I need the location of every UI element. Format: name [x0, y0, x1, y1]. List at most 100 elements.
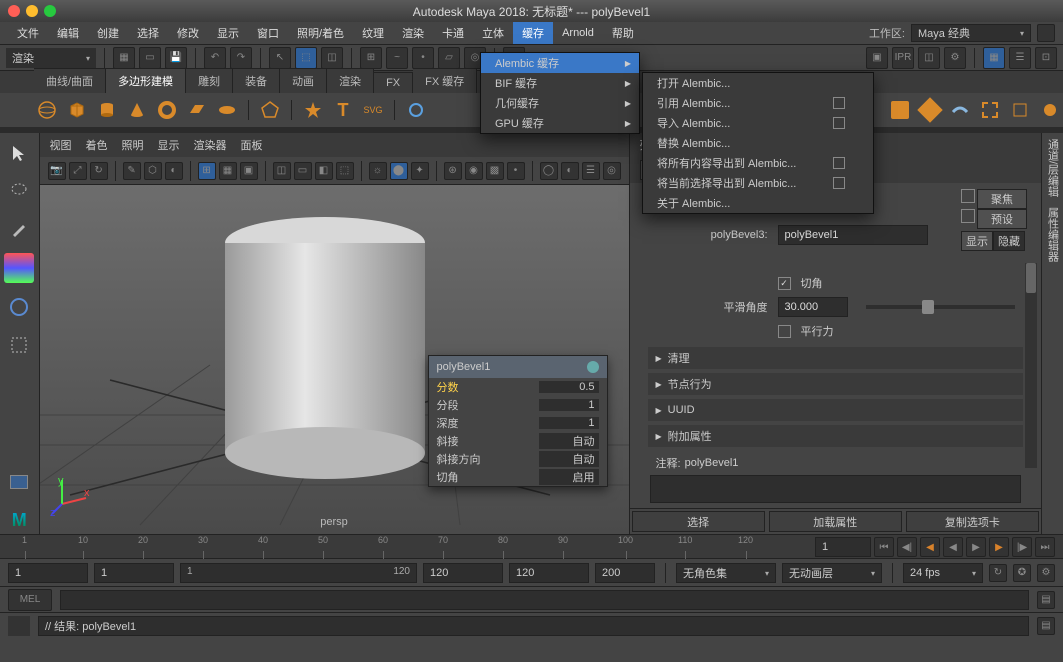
section-nodebehavior[interactable]: ▶节点行为: [648, 373, 1023, 395]
vp-ico-5[interactable]: ⬡: [144, 162, 162, 180]
render-region-icon[interactable]: ◫: [918, 47, 940, 69]
vp-ico-10[interactable]: ▭: [294, 162, 312, 180]
select-mode-icon[interactable]: ↖: [269, 47, 291, 69]
snap-plane-icon[interactable]: ▱: [438, 47, 460, 69]
redo-icon[interactable]: ↷: [230, 47, 252, 69]
menu-stereo[interactable]: 立体: [473, 22, 513, 44]
hide-button[interactable]: 隐藏: [993, 231, 1025, 251]
cache-gpu[interactable]: GPU 缓存▶: [481, 113, 639, 133]
menu-window[interactable]: 窗口: [248, 22, 288, 44]
rotate-tool-icon[interactable]: [5, 293, 33, 321]
move-tool-icon[interactable]: [4, 253, 34, 283]
range-start[interactable]: 1: [8, 563, 88, 583]
menu-texture[interactable]: 纹理: [353, 22, 393, 44]
channel-box-popup[interactable]: polyBevel1 分数0.5 分段1 深度1 斜接自动 斜接方向自动 切角启…: [428, 355, 608, 487]
charset-dropdown[interactable]: 无角色集: [676, 563, 776, 583]
menu-help[interactable]: 帮助: [603, 22, 643, 44]
layout-single-icon[interactable]: [5, 468, 33, 496]
menu-render[interactable]: 渲染: [393, 22, 433, 44]
vp-ico-1[interactable]: 📷: [48, 162, 66, 180]
focus-button[interactable]: 聚焦: [977, 189, 1027, 209]
autokey-icon[interactable]: ✪: [1013, 564, 1031, 582]
focus-thumb-icon[interactable]: [961, 189, 975, 203]
vp-ico-23[interactable]: ◎: [603, 162, 621, 180]
vp-menu-lighting[interactable]: 照明: [122, 137, 144, 153]
menu-select[interactable]: 选择: [128, 22, 168, 44]
vp-ico-22[interactable]: ☰: [582, 162, 600, 180]
vp-ico-9[interactable]: ◫: [273, 162, 291, 180]
cmd-lang[interactable]: MEL: [8, 589, 52, 611]
attr-node-name-input[interactable]: [778, 225, 928, 245]
select-button[interactable]: 选择: [632, 511, 765, 532]
alembic-replace[interactable]: 替换 Alembic...: [643, 133, 873, 153]
cache-bif[interactable]: BIF 缓存▶: [481, 73, 639, 93]
range-end[interactable]: 120: [509, 563, 589, 583]
undo-icon[interactable]: ↶: [204, 47, 226, 69]
menu-create[interactable]: 创建: [88, 22, 128, 44]
script-editor-icon[interactable]: ▤: [1037, 617, 1055, 635]
rewind-icon[interactable]: ⏮: [874, 537, 894, 557]
attr-scrollbar[interactable]: [1025, 263, 1037, 468]
vp-ico-7[interactable]: ▦: [219, 162, 237, 180]
load-attr-button[interactable]: 加载属性: [769, 511, 902, 532]
vp-ico-14[interactable]: ⬤: [390, 162, 408, 180]
vp-menu-show[interactable]: 显示: [158, 137, 180, 153]
snap-grid-icon[interactable]: ⊞: [360, 47, 382, 69]
range-in[interactable]: 1: [94, 563, 174, 583]
poly-star-icon[interactable]: [300, 97, 326, 123]
panel-layout2-icon[interactable]: ☰: [1009, 47, 1031, 69]
poly-torus-icon[interactable]: [154, 97, 180, 123]
snap-curve-icon[interactable]: ~: [386, 47, 408, 69]
preset-button[interactable]: 预设: [977, 209, 1027, 229]
lasso-tool-icon[interactable]: [5, 177, 33, 205]
snap-point-icon[interactable]: •: [412, 47, 434, 69]
shelf-ico-a[interactable]: [887, 97, 913, 123]
cb-val-depth[interactable]: 1: [539, 417, 599, 429]
vp-ico-17[interactable]: ◉: [465, 162, 483, 180]
select-object-icon[interactable]: ⬚: [295, 47, 317, 69]
menuset-dropdown[interactable]: 渲染: [6, 48, 96, 68]
right-tab-attr[interactable]: 属性编辑器: [1045, 207, 1061, 262]
shelf-ico-f[interactable]: [1037, 97, 1063, 123]
poly-cube-icon[interactable]: [64, 97, 90, 123]
cache-geo[interactable]: 几何缓存▶: [481, 93, 639, 113]
shelf-tab-rigging[interactable]: 装备: [233, 68, 280, 93]
play-fwd-icon[interactable]: ▶: [966, 537, 986, 557]
cb-val-miter[interactable]: 自动: [539, 433, 599, 449]
forward-icon[interactable]: ⏭: [1035, 537, 1055, 557]
parallel-checkbox[interactable]: [778, 325, 791, 338]
preset-thumb-icon[interactable]: [961, 209, 975, 223]
workspace-dropdown[interactable]: Maya 经典: [911, 24, 1031, 42]
ipr-render-icon[interactable]: IPR: [892, 47, 914, 69]
vp-ico-21[interactable]: ◐: [561, 162, 579, 180]
shelf-tab-anim[interactable]: 动画: [280, 68, 327, 93]
section-extra[interactable]: ▶附加属性: [648, 425, 1023, 447]
poly-tool-icon[interactable]: [403, 97, 429, 123]
menu-display[interactable]: 显示: [208, 22, 248, 44]
shelf-ico-d[interactable]: [977, 97, 1003, 123]
alembic-exportall[interactable]: 将所有内容导出到 Alembic...: [643, 153, 873, 173]
menu-modify[interactable]: 修改: [168, 22, 208, 44]
copy-tab-button[interactable]: 复制选项卡: [906, 511, 1039, 532]
cache-alembic[interactable]: Alembic 缓存▶: [481, 53, 639, 73]
render-frame-icon[interactable]: ▣: [866, 47, 888, 69]
cb-val-seg[interactable]: 1: [539, 399, 599, 411]
chamfer-checkbox[interactable]: [778, 277, 791, 290]
vp-menu-view[interactable]: 视图: [50, 137, 72, 153]
poly-disc-icon[interactable]: [214, 97, 240, 123]
prefs-icon[interactable]: ⚙: [1037, 564, 1055, 582]
vp-menu-shading[interactable]: 着色: [86, 137, 108, 153]
fps-dropdown[interactable]: 24 fps: [903, 563, 983, 583]
save-scene-icon[interactable]: 💾: [165, 47, 187, 69]
alembic-exportsel[interactable]: 将当前选择导出到 Alembic...: [643, 173, 873, 193]
vp-menu-renderer[interactable]: 渲染器: [194, 137, 227, 153]
menu-cache[interactable]: 缓存: [513, 22, 553, 44]
cb-val-chamfer[interactable]: 启用: [539, 469, 599, 485]
section-cleanup[interactable]: ▶清理: [648, 347, 1023, 369]
key-back-icon[interactable]: ◀: [920, 537, 940, 557]
menu-arnold[interactable]: Arnold: [553, 22, 603, 44]
cb-val-fraction[interactable]: 0.5: [539, 381, 599, 393]
panel-layout1-icon[interactable]: ▦: [983, 47, 1005, 69]
vp-ico-2[interactable]: ⤢: [69, 162, 87, 180]
command-input[interactable]: [60, 590, 1029, 610]
